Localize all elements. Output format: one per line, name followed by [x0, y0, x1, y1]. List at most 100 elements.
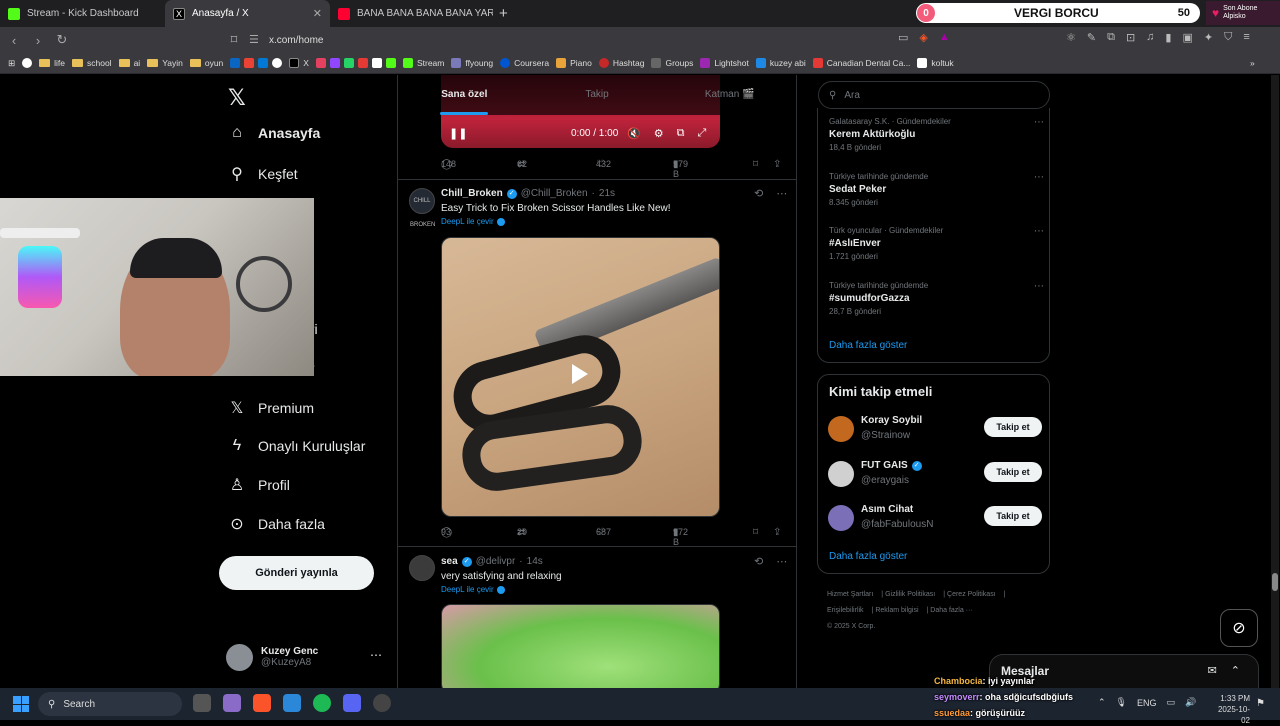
mute-icon[interactable]: 🔇: [627, 127, 641, 140]
more-icon[interactable]: ⋯: [370, 648, 382, 662]
search-input[interactable]: ⚲ Ara: [818, 81, 1050, 109]
site-settings-icon[interactable]: ☰: [249, 33, 259, 46]
bookmark-ffyoung[interactable]: ffyoung: [451, 58, 493, 68]
settings-icon[interactable]: ⚙: [654, 127, 664, 140]
bookmark-kuzey-abi[interactable]: kuzey abi: [755, 58, 806, 68]
tab-for-you[interactable]: Sana özel: [398, 75, 531, 115]
more-icon[interactable]: ⋯: [1034, 172, 1044, 183]
grok-icon[interactable]: ⟲: [754, 555, 763, 568]
bookmark-hashtag[interactable]: Hashtag: [598, 58, 644, 68]
follow-button[interactable]: Takip et: [984, 506, 1042, 526]
tweet-author-handle[interactable]: @delivpr: [476, 556, 516, 567]
footer-link[interactable]: Çerez Politikası: [947, 591, 996, 598]
tab-kick-dashboard[interactable]: Stream - Kick Dashboard: [0, 0, 165, 27]
trend-item[interactable]: Türkiye tarihinde gündemde #sumudforGazz…: [829, 281, 1044, 316]
nav-profile[interactable]: ♙ Profil: [228, 475, 290, 495]
tab-youtube[interactable]: BANA BANA BANA BANA YAR YOLLA: [330, 0, 493, 27]
bookmark-koltuk[interactable]: koltuk: [917, 58, 954, 68]
tweet-video[interactable]: [441, 604, 720, 688]
bookmark-folder-life[interactable]: life: [39, 58, 65, 68]
more-bookmarks-icon[interactable]: »: [1250, 58, 1255, 68]
post-button[interactable]: Gönderi yayınla: [219, 556, 374, 590]
page-scrollbar[interactable]: [1271, 75, 1279, 688]
leo-icon[interactable]: ✦: [1204, 31, 1213, 44]
fullscreen-icon[interactable]: ⤢: [697, 127, 706, 140]
tweet-author-name[interactable]: Chill_Broken: [441, 188, 503, 199]
obs-icon[interactable]: [373, 694, 391, 712]
pause-icon[interactable]: ❚❚: [449, 127, 467, 140]
more-icon[interactable]: ⋯: [1034, 226, 1044, 237]
avatar[interactable]: CHILL BROKEN: [409, 188, 435, 228]
bookmark-groups[interactable]: Groups: [651, 58, 693, 68]
trend-item[interactable]: Galatasaray S.K. · Gündemdekiler Kerem A…: [829, 117, 1044, 152]
bookmark-piano[interactable]: Piano: [556, 58, 592, 68]
bookmark-stream[interactable]: Stream: [402, 58, 444, 68]
discord-icon[interactable]: [343, 694, 361, 712]
app-icon[interactable]: [223, 694, 241, 712]
bookmark-lightshot[interactable]: Lightshot: [700, 58, 749, 68]
bookmark-coursera[interactable]: Coursera: [500, 58, 549, 68]
translate-link[interactable]: DeepL ile çevir: [441, 217, 505, 226]
windows-start-icon[interactable]: [13, 696, 29, 712]
follow-button[interactable]: Takip et: [984, 462, 1042, 482]
trend-item[interactable]: Türk oyuncular · Gündemdekiler #AslıEnve…: [829, 226, 1044, 261]
scrollbar-thumb[interactable]: [1272, 573, 1278, 591]
nav-home[interactable]: ⌂ Anasayfa: [228, 124, 320, 142]
expand-icon[interactable]: ⌃: [1231, 664, 1240, 677]
volume-icon[interactable]: 🔊: [1185, 697, 1196, 708]
translate-link[interactable]: DeepL ile çevir: [441, 585, 505, 594]
tweet-video[interactable]: [441, 237, 720, 517]
tab-layer[interactable]: Katman 🎬: [663, 75, 796, 115]
grok-button[interactable]: ⊘: [1220, 609, 1258, 647]
forward-icon[interactable]: ›: [28, 33, 48, 48]
apps-icon[interactable]: ⊞: [8, 58, 15, 69]
nav-verified-orgs[interactable]: ϟ Onaylı Kuruluşlar: [228, 437, 366, 455]
bookmark-icon-row-2[interactable]: [315, 58, 396, 68]
bookmark-google[interactable]: [22, 58, 33, 68]
brave-shield-icon[interactable]: ◈: [919, 31, 927, 44]
extension-icon[interactable]: ⚛: [1066, 31, 1076, 44]
follow-suggestion[interactable]: FUT GAIS ✓ @eraygais Takip et: [828, 458, 1042, 490]
tweet-author-handle[interactable]: @Chill_Broken: [521, 188, 588, 199]
capture-icon[interactable]: ⊡: [1126, 31, 1135, 44]
wallet-icon[interactable]: ▣: [1182, 31, 1192, 44]
footer-link[interactable]: Erişilebilirlik: [827, 607, 864, 614]
bookmark-folder-ai[interactable]: ai: [118, 58, 140, 68]
more-icon[interactable]: ⋯: [776, 555, 787, 568]
footer-link[interactable]: Hizmet Şartları: [827, 591, 873, 598]
tweet-author-name[interactable]: sea: [441, 556, 458, 567]
follow-suggestion[interactable]: Asım Cihat @fabFabulousN Takip et: [828, 502, 1042, 534]
music-icon[interactable]: ♫: [1146, 31, 1154, 44]
taskbar-search[interactable]: ⚲ Search: [38, 692, 182, 716]
back-icon[interactable]: ‹: [4, 33, 24, 48]
account-switcher[interactable]: Kuzey Genc @KuzeyA8 ⋯: [226, 642, 386, 672]
more-icon[interactable]: ⋯: [1034, 117, 1044, 128]
url-field[interactable]: ☰ x.com/home: [243, 31, 963, 49]
bookmark-folder-school[interactable]: school: [72, 58, 112, 68]
tab-x-home[interactable]: X Anasayfa / X ✕: [165, 0, 330, 27]
pip-icon[interactable]: ⧉: [677, 127, 685, 140]
trend-item[interactable]: Türkiye tarihinde gündemde Sedat Peker 8…: [829, 172, 1044, 207]
brave-icon[interactable]: [253, 694, 271, 712]
tab-following[interactable]: Takip: [531, 75, 664, 115]
spotify-icon[interactable]: [313, 694, 331, 712]
footer-link[interactable]: Daha fazla ···: [930, 607, 972, 614]
footer-link[interactable]: Reklam bilgisi: [875, 607, 918, 614]
nav-premium[interactable]: 𝕏 Premium: [228, 398, 314, 418]
bookmark-folder-yayin[interactable]: Yayin: [147, 58, 183, 68]
nav-explore[interactable]: ⚲ Keşfet: [228, 164, 298, 184]
bookmark-canadian-dental[interactable]: Canadian Dental Ca...: [812, 58, 910, 68]
play-icon[interactable]: [572, 364, 588, 384]
notification-icon[interactable]: ⚑: [1256, 698, 1265, 709]
menu-icon[interactable]: ≡: [1243, 31, 1249, 44]
vpn-icon[interactable]: ⛉: [1224, 31, 1232, 44]
tweet-time[interactable]: 14s: [527, 556, 543, 567]
more-icon[interactable]: ⋯: [1034, 281, 1044, 292]
follow-suggestion[interactable]: Koray Soybil @Strainow Takip et: [828, 413, 1042, 445]
taskbar-clock[interactable]: 1:33 PM 2025-10-02: [1210, 693, 1250, 726]
tweet-time[interactable]: 21s: [599, 188, 615, 199]
new-message-icon[interactable]: ✉: [1208, 664, 1217, 677]
grok-icon[interactable]: ⟲: [754, 187, 763, 200]
follow-button[interactable]: Takip et: [984, 417, 1042, 437]
trends-show-more-link[interactable]: Daha fazla göster: [829, 340, 907, 351]
